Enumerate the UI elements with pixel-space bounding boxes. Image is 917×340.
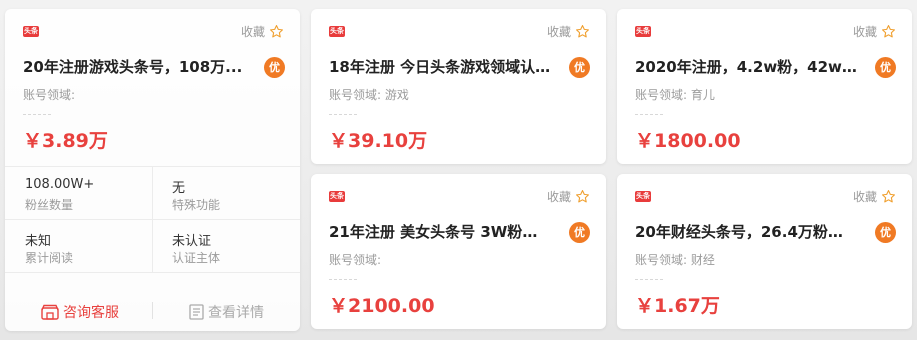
divider: [635, 114, 663, 115]
star-icon: [576, 190, 589, 203]
price: ￥1800.00: [635, 130, 741, 152]
star-icon: [576, 25, 589, 38]
card-title[interactable]: 18年注册 今日头条游戏领域认...: [329, 56, 551, 77]
favorite-button[interactable]: 收藏: [853, 188, 896, 205]
stats-row-2: 未知 累计阅读 未认证 认证主体: [5, 219, 300, 273]
favorite-button[interactable]: 收藏: [853, 23, 896, 40]
favorite-label: 收藏: [852, 190, 877, 204]
premium-badge: 优: [875, 222, 896, 243]
account-card-2[interactable]: 头条 收藏 18年注册 今日头条游戏领域认... 优 账号领域: 游戏 ￥39.…: [311, 9, 606, 164]
account-card-5[interactable]: 头条 收藏 20年财经头条号，26.4万粉，3... 优 账号领域: 财经 ￥1…: [617, 174, 912, 329]
view-detail-button[interactable]: 查看详情: [189, 302, 264, 322]
toutiao-logo-icon: 头条: [635, 26, 651, 37]
favorite-label: 收藏: [546, 25, 571, 39]
account-card-3[interactable]: 头条 收藏 2020年注册，4.2w粉，42w赞... 优 账号领域: 育儿 ￥…: [617, 9, 912, 164]
domain-label: 账号领域:: [635, 253, 688, 267]
domain-label: 账号领域:: [329, 88, 382, 102]
stat-verification: 未认证 认证主体: [152, 220, 300, 273]
premium-badge: 优: [264, 57, 285, 78]
customer-service-icon: [41, 304, 59, 320]
domain-row: 账号领域:: [23, 86, 75, 103]
domain-row: 账号领域: 育儿: [635, 86, 715, 103]
divider: [5, 272, 300, 273]
card-title[interactable]: 20年财经头条号，26.4万粉，3...: [635, 221, 857, 242]
domain-label: 账号领域:: [23, 88, 76, 102]
domain-value: 财经: [690, 253, 715, 267]
toutiao-logo-icon: 头条: [329, 26, 345, 37]
price: ￥2100.00: [329, 295, 435, 317]
stat-label: 特殊功能: [172, 198, 221, 212]
divider: [23, 114, 51, 115]
domain-row: 账号领域: 游戏: [329, 86, 409, 103]
toutiao-logo-icon: 头条: [635, 191, 651, 202]
domain-value: 育儿: [690, 88, 715, 102]
domain-label: 账号领域:: [635, 88, 688, 102]
stat-special: 无 特殊功能: [152, 167, 300, 220]
account-card-1[interactable]: 头条 收藏 20年注册游戏头条号，108万... 优 账号领域: ￥3.89万 …: [5, 9, 300, 331]
price: ￥3.89万: [23, 130, 108, 152]
stat-label: 认证主体: [172, 251, 221, 265]
detail-doc-icon: [189, 304, 204, 320]
star-icon: [882, 25, 895, 38]
divider: [329, 114, 357, 115]
favorite-button[interactable]: 收藏: [547, 23, 590, 40]
toutiao-logo-icon: 头条: [23, 26, 39, 37]
card-title[interactable]: 2020年注册，4.2w粉，42w赞...: [635, 56, 857, 77]
toutiao-logo-icon: 头条: [329, 191, 345, 202]
divider: [635, 279, 663, 280]
stat-reads: 未知 累计阅读: [5, 220, 152, 273]
premium-badge: 优: [875, 57, 896, 78]
price: ￥1.67万: [635, 295, 720, 317]
domain-value: 游戏: [384, 88, 409, 102]
account-card-4[interactable]: 头条 收藏 21年注册 美女头条号 3W粉丝 ... 优 账号领域: ￥2100…: [311, 174, 606, 329]
star-icon: [882, 190, 895, 203]
divider: [329, 279, 357, 280]
price: ￥39.10万: [329, 130, 428, 152]
favorite-button[interactable]: 收藏: [547, 188, 590, 205]
premium-badge: 优: [569, 222, 590, 243]
divider: [152, 302, 153, 319]
consult-label: 咨询客服: [63, 305, 119, 321]
stats-row-1: 108.00W+ 粉丝数量 无 特殊功能: [5, 166, 300, 220]
stat-value: 108.00W+: [25, 177, 95, 192]
domain-row: 账号领域: 财经: [635, 251, 715, 268]
favorite-label: 收藏: [240, 25, 265, 39]
favorite-label: 收藏: [852, 25, 877, 39]
domain-row: 账号领域:: [329, 251, 381, 268]
star-icon: [270, 25, 283, 38]
domain-label: 账号领域:: [329, 253, 382, 267]
card-title[interactable]: 20年注册游戏头条号，108万...: [23, 56, 245, 77]
stat-followers: 108.00W+ 粉丝数量: [5, 167, 152, 220]
stat-label: 累计阅读: [25, 251, 74, 265]
card-title[interactable]: 21年注册 美女头条号 3W粉丝 ...: [329, 221, 551, 242]
stat-value: 未认证: [172, 234, 212, 249]
favorite-label: 收藏: [546, 190, 571, 204]
consult-service-button[interactable]: 咨询客服: [41, 302, 119, 322]
card-actions: 咨询客服 查看详情: [5, 282, 300, 331]
stat-label: 粉丝数量: [25, 198, 74, 212]
favorite-button[interactable]: 收藏: [241, 23, 284, 40]
detail-label: 查看详情: [208, 305, 264, 321]
stat-value: 无: [172, 181, 186, 196]
stat-value: 未知: [25, 234, 52, 249]
premium-badge: 优: [569, 57, 590, 78]
